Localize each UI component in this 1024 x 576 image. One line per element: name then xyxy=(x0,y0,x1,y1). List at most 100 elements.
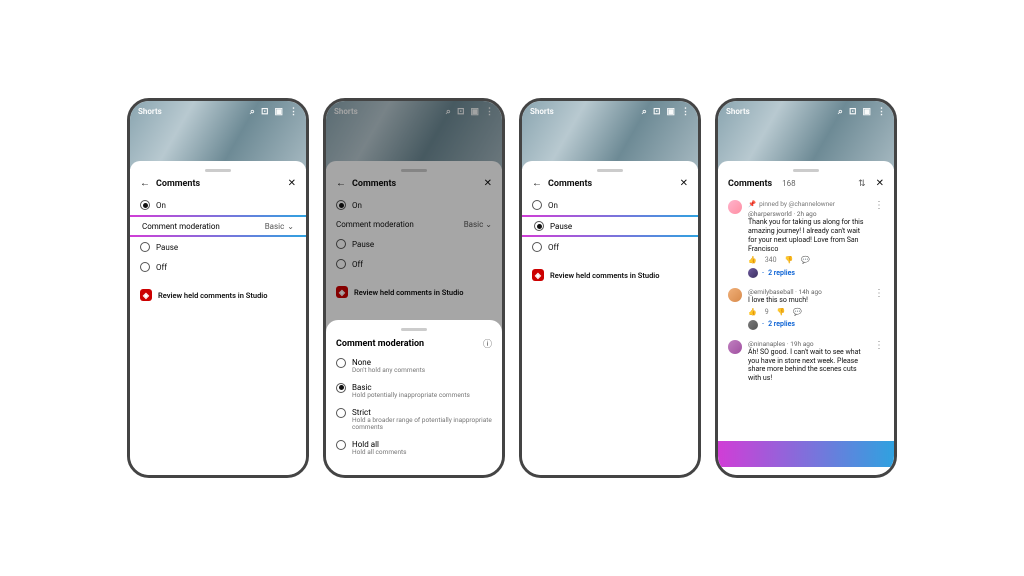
like-icon[interactable]: 👍 xyxy=(748,308,757,317)
drag-handle[interactable] xyxy=(793,169,819,172)
radio-label: Off xyxy=(156,263,167,272)
radio-label: Off xyxy=(548,243,559,252)
option-none[interactable]: NoneDon't hold any comments xyxy=(336,354,492,379)
sheet-title: Comment moderation xyxy=(336,339,483,349)
video-hero: Shorts ⌕ ⊡ ▣ ⋮ xyxy=(522,101,698,169)
radio-label: On xyxy=(156,201,166,210)
comment-user[interactable]: @emilybaseball xyxy=(748,288,794,296)
option-strict[interactable]: StrictHold a broader range of potentiall… xyxy=(336,404,492,437)
shorts-label: Shorts xyxy=(726,107,750,116)
cast-icon[interactable]: ▣ xyxy=(862,107,871,117)
drag-handle[interactable] xyxy=(597,169,623,172)
comments-count: 168 xyxy=(782,179,796,188)
studio-icon: ◈ xyxy=(140,289,152,301)
comments-settings-sheet: ← Comments ✕ On Off ◈ Review held commen… xyxy=(522,161,698,475)
close-icon[interactable]: ✕ xyxy=(680,178,688,189)
review-held-link[interactable]: ◈ Review held comments in Studio xyxy=(532,269,688,281)
search-icon[interactable]: ⌕ xyxy=(838,107,843,117)
comment-text: Ah! SO good. I can't wait to see what yo… xyxy=(748,348,868,383)
radio-on[interactable]: On xyxy=(140,195,296,215)
cast-icon[interactable]: ▣ xyxy=(666,107,675,117)
avatar[interactable] xyxy=(728,288,742,302)
comment-time: 2h ago xyxy=(797,210,817,218)
radio-off[interactable]: Off xyxy=(532,237,688,257)
more-icon[interactable]: ⋮ xyxy=(874,340,884,383)
more-icon[interactable]: ⋮ xyxy=(874,200,884,278)
reply-icon[interactable]: 💬 xyxy=(793,308,802,317)
option-holdall[interactable]: Hold allHold all comments xyxy=(336,436,492,461)
radio-icon xyxy=(336,358,346,368)
pin-icon: 📌 xyxy=(748,200,756,208)
sort-icon[interactable]: ⇅ xyxy=(858,179,866,189)
close-icon[interactable]: ✕ xyxy=(876,178,884,189)
review-label: Review held comments in Studio xyxy=(550,271,660,280)
drag-handle[interactable] xyxy=(401,328,427,331)
video-hero: Shorts ⌕ ⊡ ▣ ⋮ xyxy=(130,101,306,169)
dislike-icon[interactable]: 👎 xyxy=(785,256,794,265)
shorts-label: Shorts xyxy=(530,107,554,116)
more-icon[interactable]: ⋮ xyxy=(874,288,884,330)
search-icon[interactable]: ⌕ xyxy=(642,107,647,117)
studio-icon: ◈ xyxy=(532,269,544,281)
option-desc: Hold all comments xyxy=(352,449,407,457)
review-held-link[interactable]: ◈ Review held comments in Studio xyxy=(140,289,296,301)
shorts-label: Shorts xyxy=(138,107,162,116)
radio-icon xyxy=(532,200,542,210)
option-basic[interactable]: BasicHold potentially inappropriate comm… xyxy=(336,379,492,404)
pinned-badge: 📌pinned by @channelowner xyxy=(748,200,868,208)
avatar[interactable] xyxy=(728,340,742,354)
radio-off[interactable]: Off xyxy=(140,257,296,277)
more-icon[interactable]: ⋮ xyxy=(877,107,886,117)
radio-icon xyxy=(140,200,150,210)
comment-text: I love this so much! xyxy=(748,296,868,305)
like-count: 340 xyxy=(765,256,777,265)
video-hero: Shorts ⌕ ⊡ ▣ ⋮ xyxy=(718,101,894,169)
more-icon[interactable]: ⋮ xyxy=(289,107,298,117)
radio-icon xyxy=(140,242,150,252)
paused-text: Comments are paused. xyxy=(734,449,812,458)
option-desc: Don't hold any comments xyxy=(352,367,425,375)
radio-label: On xyxy=(548,201,558,210)
more-icon[interactable]: ⋮ xyxy=(681,107,690,117)
radio-icon xyxy=(532,242,542,252)
close-icon[interactable]: ✕ xyxy=(288,178,296,189)
moderation-bottom-sheet: Comment moderation ⓘ NoneDon't hold any … xyxy=(326,320,502,475)
replies-label: 2 replies xyxy=(768,320,795,329)
back-icon[interactable]: ← xyxy=(532,178,542,189)
drag-handle[interactable] xyxy=(205,169,231,172)
phone-mock-1: Shorts ⌕ ⊡ ▣ ⋮ ← Comments ✕ On Pause Off… xyxy=(127,98,309,478)
comment-time: 19h ago xyxy=(790,340,813,348)
replies-toggle[interactable]: · 2 replies xyxy=(748,268,868,278)
replies-toggle[interactable]: · 2 replies xyxy=(748,320,868,330)
option-desc: Hold potentially inappropriate comments xyxy=(352,392,470,400)
reply-icon[interactable]: 💬 xyxy=(801,256,810,265)
comment-user[interactable]: @harpersworld xyxy=(748,210,792,218)
radio-label: Pause xyxy=(156,243,178,252)
dislike-icon[interactable]: 👎 xyxy=(777,308,786,317)
learn-more-link[interactable]: Learn more xyxy=(815,449,853,458)
radio-pause[interactable]: Pause xyxy=(140,237,296,257)
search-icon[interactable]: ⌕ xyxy=(250,107,255,117)
phone-mock-3: Shorts ⌕ ⊡ ▣ ⋮ ← Comments ✕ On Off ◈ Rev… xyxy=(519,98,701,478)
radio-icon xyxy=(336,383,346,393)
camera-icon[interactable]: ⊡ xyxy=(653,107,661,117)
comment-user[interactable]: @ninanaples xyxy=(748,340,785,348)
comment-time: 14h ago xyxy=(799,288,822,296)
replies-label: 2 replies xyxy=(768,269,795,278)
option-desc: Hold a broader range of potentially inap… xyxy=(352,417,492,433)
phone-mock-2: Shorts ⌕ ⊡ ▣ ⋮ ← Comments ✕ On Comment m… xyxy=(323,98,505,478)
info-icon[interactable]: ⓘ xyxy=(483,337,492,350)
like-icon[interactable]: 👍 xyxy=(748,256,757,265)
comments-paused-bar: Comments are paused. Learn more xyxy=(726,444,886,463)
comments-list-sheet: Comments 168 ⇅ ✕ 📌pinned by @channelowne… xyxy=(718,161,894,475)
comment-item: @emilybaseball · 14h ago I love this so … xyxy=(728,283,884,335)
sheet-title: Comments xyxy=(728,179,772,189)
camera-icon[interactable]: ⊡ xyxy=(849,107,857,117)
radio-on[interactable]: On xyxy=(532,195,688,215)
comment-item: 📌pinned by @channelowner @harpersworld ·… xyxy=(728,195,884,283)
avatar xyxy=(748,268,758,278)
camera-icon[interactable]: ⊡ xyxy=(261,107,269,117)
cast-icon[interactable]: ▣ xyxy=(274,107,283,117)
back-icon[interactable]: ← xyxy=(140,178,150,189)
avatar[interactable] xyxy=(728,200,742,214)
